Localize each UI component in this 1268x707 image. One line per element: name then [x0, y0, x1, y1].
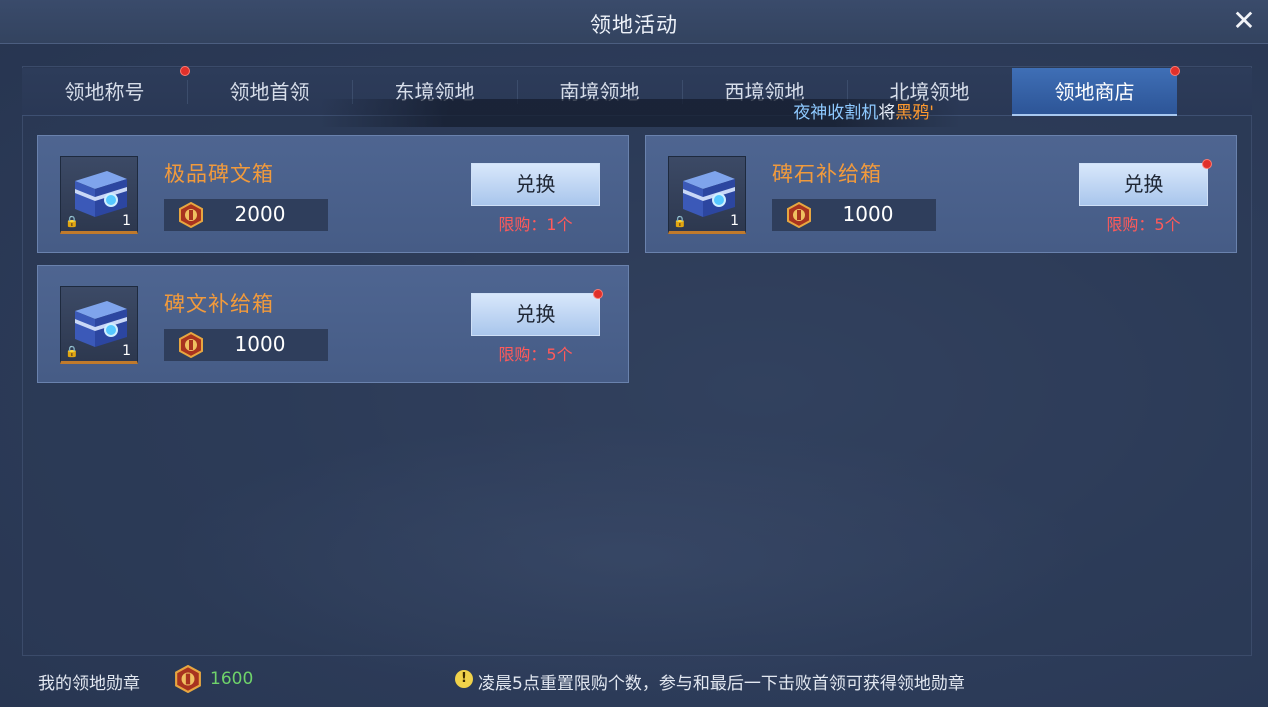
price-box: 2000 [164, 199, 328, 231]
marquee-verb: 将 [878, 103, 896, 123]
item-price: 1000 [234, 332, 286, 356]
item-price: 2000 [234, 202, 286, 226]
marquee-target-name: 黑鸦' [895, 103, 934, 123]
medal-icon [179, 202, 203, 228]
shop-item-card: 🔒 1 碑文补给箱 1000 兑换 限购：5个 [37, 265, 629, 383]
medal-icon [175, 665, 201, 693]
item-price: 1000 [842, 202, 894, 226]
item-quantity: 1 [122, 343, 131, 359]
territory-activity-window: 领地活动 ✕ 领地称号 领地首领 东境领地 南境领地 西境领地 北境领地 领地商… [0, 0, 1268, 707]
purchase-limit: 限购：1个 [498, 215, 573, 234]
item-name: 碑文补给箱 [164, 292, 274, 316]
marquee-player-name: 夜神收割机 [793, 103, 879, 123]
close-icon[interactable]: ✕ [1228, 6, 1260, 38]
tab-territory-title[interactable]: 领地称号 [22, 68, 187, 116]
exchange-notification-dot [593, 289, 603, 299]
purchase-limit: 限购：5个 [498, 345, 573, 364]
reset-tip-text: 凌晨5点重置限购个数，参与和最后一下击败首领可获得领地勋章 [478, 674, 965, 694]
item-icon[interactable]: 🔒 1 [60, 156, 138, 234]
item-name: 极品碑文箱 [164, 162, 274, 186]
exchange-button[interactable]: 兑换 [471, 163, 600, 206]
lock-icon: 🔒 [65, 215, 79, 228]
medal-icon [787, 202, 811, 228]
shop-item-card: 🔒 1 碑石补给箱 1000 兑换 限购：5个 [645, 135, 1237, 253]
lock-icon: 🔒 [65, 345, 79, 358]
tab-notification-dot [1170, 66, 1180, 76]
exchange-button[interactable]: 兑换 [1079, 163, 1208, 206]
price-box: 1000 [164, 329, 328, 361]
item-quantity: 1 [122, 213, 131, 229]
item-icon[interactable]: 🔒 1 [60, 286, 138, 364]
lock-icon: 🔒 [673, 215, 687, 228]
window-title: 领地活动 [590, 13, 678, 37]
title-bar: 领地活动 ✕ [0, 0, 1268, 44]
exchange-notification-dot [1202, 159, 1212, 169]
medal-balance-count: 1600 [210, 669, 254, 689]
item-quantity: 1 [730, 213, 739, 229]
broadcast-marquee: 夜神收割机将黑鸦' [320, 99, 960, 127]
info-icon: ! [455, 670, 473, 688]
purchase-limit: 限购：5个 [1106, 215, 1181, 234]
footer-bar: 我的领地勋章 1600 ! 凌晨5点重置限购个数，参与和最后一下击败首领可获得领… [0, 657, 1268, 707]
shop-item-card: 🔒 1 极品碑文箱 2000 兑换 限购：1个 [37, 135, 629, 253]
exchange-button[interactable]: 兑换 [471, 293, 600, 336]
item-icon[interactable]: 🔒 1 [668, 156, 746, 234]
tab-notification-dot [180, 66, 190, 76]
tab-territory-shop[interactable]: 领地商店 [1012, 68, 1177, 116]
medal-icon [179, 332, 203, 358]
price-box: 1000 [772, 199, 936, 231]
item-name: 碑石补给箱 [772, 162, 882, 186]
medal-balance-label: 我的领地勋章 [38, 674, 140, 694]
